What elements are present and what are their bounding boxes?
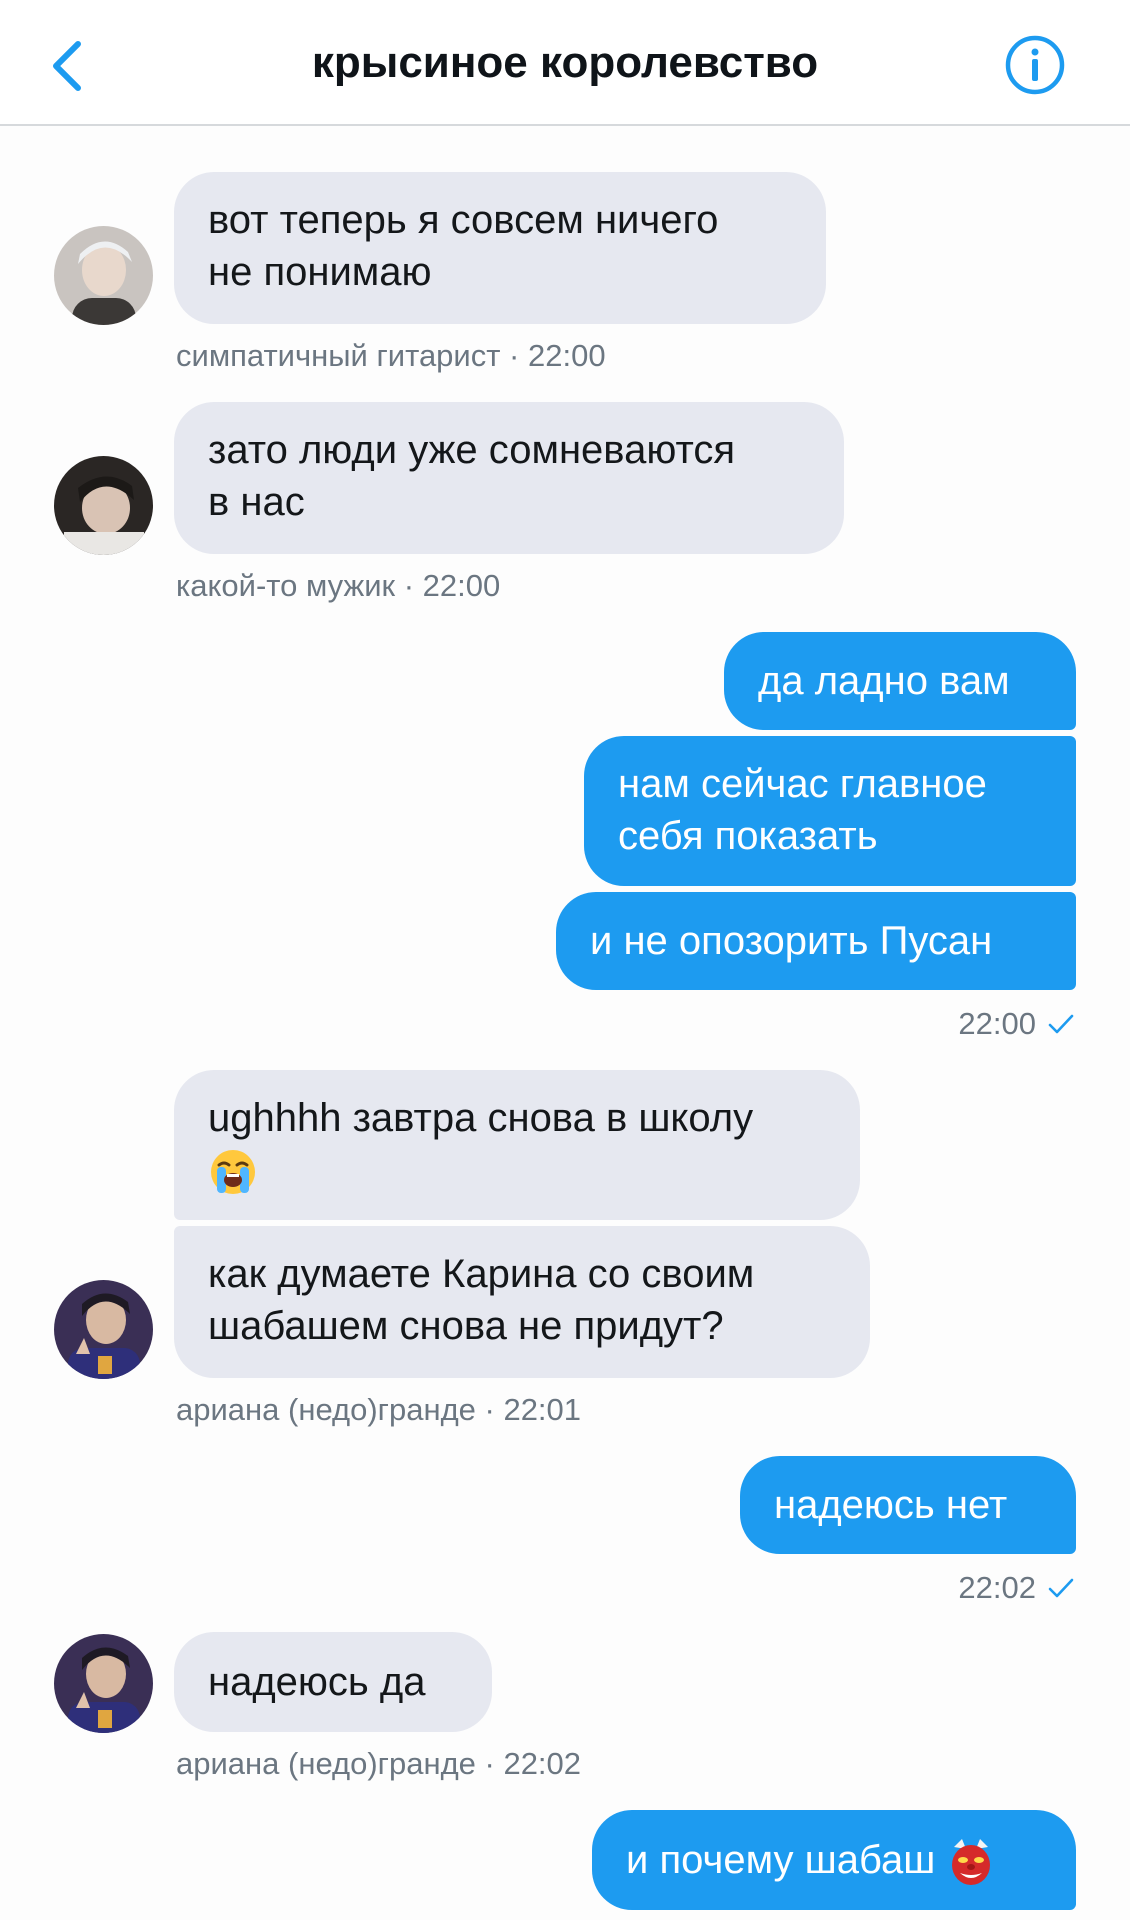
message-time: 22:02: [958, 1570, 1074, 1606]
message-text-line: не понимаю: [208, 250, 432, 294]
message-text-line: себя показать: [618, 814, 878, 858]
message-text-line: нам сейчас главное: [618, 762, 987, 806]
checkmark-icon: [1048, 1578, 1074, 1598]
chat-title: крысиное королевство: [311, 38, 819, 87]
message-bubble[interactable]: надеюсь да: [174, 1632, 492, 1732]
message-text-line: надеюсь да: [208, 1660, 426, 1704]
message-bubble[interactable]: зато люди уже сомневаются в нас: [174, 402, 844, 554]
message-text-line: шабашем снова не придут?: [208, 1304, 724, 1348]
message-text-line: ughhhh завтра снова в школу: [208, 1096, 754, 1140]
message-text-line: да ладно вам: [758, 659, 1010, 703]
message-bubble[interactable]: вот теперь я совсем ничего не понимаю: [174, 172, 826, 324]
avatar[interactable]: [54, 226, 153, 325]
message-bubble-outgoing[interactable]: да ладно вам: [724, 632, 1076, 730]
message-bubble-outgoing[interactable]: и не опозорить Пусан: [556, 892, 1076, 990]
message-text-line: вот теперь я совсем ничего: [208, 198, 719, 242]
avatar[interactable]: [54, 1280, 153, 1379]
sender-time: ариана (недо)гранде · 22:02: [176, 1746, 582, 1781]
loudly-crying-face-icon: [211, 1150, 255, 1195]
sender-time: симпатичный гитарист · 22:00: [176, 338, 606, 373]
time-label: 22:02: [958, 1570, 1036, 1605]
message-text-line: и почему шабаш: [626, 1834, 1042, 1887]
time-label: 22:00: [958, 1006, 1036, 1041]
message-text-line: и не опозорить Пусан: [590, 919, 993, 963]
checkmark-icon: [1048, 1014, 1074, 1034]
message-bubble-outgoing[interactable]: нам сейчас главное себя показать: [584, 736, 1076, 886]
sender-time: ариана (недо)гранде · 22:01: [176, 1392, 582, 1427]
message-text-line: в нас: [208, 480, 305, 524]
message-text-line: как думаете Карина со своим: [208, 1252, 755, 1296]
chat-header: крысиное королевство: [0, 0, 1130, 126]
message-bubble[interactable]: как думаете Карина со своим шабашем снов…: [174, 1226, 870, 1378]
message-text-line: [208, 1144, 826, 1197]
message-bubble-outgoing[interactable]: и почему шабаш: [592, 1810, 1076, 1910]
avatar[interactable]: [54, 456, 153, 555]
info-circle-icon[interactable]: [1004, 34, 1066, 96]
message-bubble[interactable]: ughhhh завтра снова в школу: [174, 1070, 860, 1220]
message-text-line: надеюсь нет: [774, 1483, 1008, 1527]
sender-time: какой-то мужик · 22:00: [176, 568, 501, 603]
message-text-line: зато люди уже сомневаются: [208, 428, 735, 472]
goblin-mask-icon: [952, 1839, 991, 1886]
message-bubble-outgoing[interactable]: надеюсь нет: [740, 1456, 1076, 1554]
message-time: 22:00: [958, 1006, 1074, 1042]
avatar[interactable]: [54, 1634, 153, 1733]
